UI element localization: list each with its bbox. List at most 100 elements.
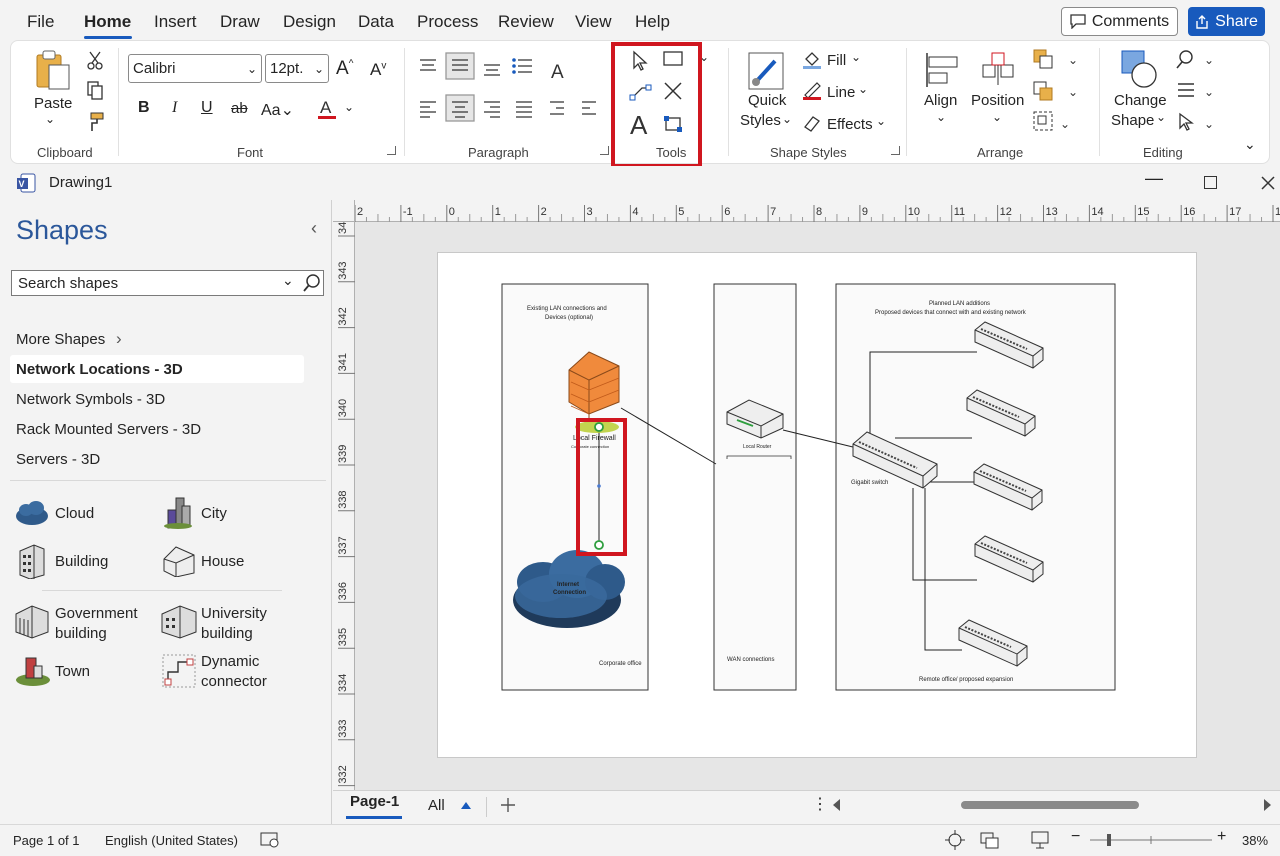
fill-label[interactable]: Fill (827, 52, 846, 69)
shape-label-government[interactable]: Government (55, 604, 138, 624)
chevron-down-icon[interactable]: ⌄ (782, 112, 792, 126)
shape-label-city[interactable]: City (201, 504, 227, 524)
cut-icon[interactable] (84, 50, 106, 72)
caret-up-icon[interactable] (460, 800, 472, 810)
tab-page-1[interactable]: Page-1 (350, 793, 399, 810)
shape-label-building[interactable]: Building (55, 552, 108, 572)
horizontal-scrollbar[interactable] (829, 797, 1275, 813)
chevron-down-icon[interactable]: ⌄ (876, 114, 886, 128)
change-case-icon[interactable]: Aa⌄ (261, 100, 294, 120)
italic-icon[interactable]: I (172, 99, 177, 117)
line-icon[interactable] (802, 81, 822, 101)
menu-review[interactable]: Review (498, 12, 554, 32)
align-label[interactable]: Align (924, 92, 957, 109)
stencil-servers[interactable]: Servers - 3D (16, 451, 100, 468)
increase-font-icon[interactable]: A^ (336, 58, 353, 80)
dialog-launcher-icon[interactable] (387, 146, 396, 155)
page-info[interactable]: Page 1 of 1 (13, 833, 80, 848)
format-painter-icon[interactable] (84, 111, 106, 133)
bold-icon[interactable]: B (138, 99, 150, 117)
underline-icon[interactable]: U (201, 99, 213, 117)
minimize-icon[interactable]: — (1145, 168, 1163, 189)
building-icon[interactable] (16, 543, 48, 579)
font-size-select[interactable]: 12pt. ⌄ (265, 54, 329, 83)
strikethrough-icon[interactable]: ab (231, 100, 248, 117)
city-icon[interactable] (162, 494, 194, 530)
chevron-down-icon[interactable]: ⌄ (282, 272, 294, 289)
comments-button[interactable]: Comments (1061, 7, 1178, 36)
paste-chevron-icon[interactable]: ⌄ (45, 112, 55, 126)
shape-label-dynamic[interactable]: Dynamic (201, 652, 259, 672)
cloud-icon[interactable] (14, 498, 50, 528)
zoom-slider[interactable] (1088, 831, 1214, 849)
position-label[interactable]: Position (971, 92, 1024, 109)
menu-data[interactable]: Data (358, 12, 394, 32)
change-shape-label[interactable]: Shape (1111, 112, 1154, 129)
chevron-down-icon[interactable]: ⌄ (858, 82, 868, 96)
menu-home[interactable]: Home (84, 12, 131, 32)
shape-label-government-2[interactable]: building (55, 624, 107, 644)
effects-label[interactable]: Effects (827, 116, 873, 133)
quick-styles-label[interactable]: Styles (740, 112, 781, 129)
shape-label-cloud[interactable]: Cloud (55, 504, 94, 524)
add-page-icon[interactable] (499, 796, 517, 814)
line-label[interactable]: Line (827, 84, 855, 101)
chevron-down-icon[interactable]: ⌄ (936, 110, 946, 124)
shape-label-university-2[interactable]: building (201, 624, 253, 644)
chevron-down-icon[interactable]: ⌄ (851, 50, 861, 64)
paste-icon[interactable] (30, 48, 74, 92)
government-building-icon[interactable] (14, 604, 50, 640)
fit-page-icon[interactable] (945, 830, 965, 850)
more-options-icon[interactable]: ⋮ (812, 794, 828, 814)
chevron-right-icon[interactable]: › (116, 329, 122, 349)
fill-icon[interactable] (802, 50, 822, 70)
menu-draw[interactable]: Draw (220, 12, 260, 32)
search-icon[interactable] (302, 273, 322, 293)
more-shapes-link[interactable]: More Shapes (16, 331, 105, 348)
shape-label-university[interactable]: University (201, 604, 267, 624)
house-icon[interactable] (162, 543, 196, 577)
menu-insert[interactable]: Insert (154, 12, 197, 32)
dynamic-connector-icon[interactable] (162, 654, 196, 688)
chevron-down-icon[interactable]: ⌄ (344, 100, 354, 114)
menu-file[interactable]: File (27, 12, 54, 32)
stencil-network-locations[interactable]: Network Locations - 3D (16, 361, 183, 378)
zoom-level[interactable]: 38% (1242, 833, 1268, 848)
switch-windows-icon[interactable] (980, 830, 1000, 850)
chevron-down-icon[interactable]: ⌄ (992, 110, 1002, 124)
quick-styles-label[interactable]: Quick (748, 92, 786, 109)
zoom-out-icon[interactable]: − (1071, 828, 1080, 846)
accessibility-icon[interactable] (260, 832, 280, 848)
town-icon[interactable] (14, 652, 52, 688)
menu-process[interactable]: Process (417, 12, 478, 32)
stencil-network-symbols[interactable]: Network Symbols - 3D (16, 391, 165, 408)
stencil-rack-servers[interactable]: Rack Mounted Servers - 3D (16, 421, 201, 438)
font-name-select[interactable]: Calibri ⌄ (128, 54, 262, 83)
university-building-icon[interactable] (160, 604, 198, 640)
search-shapes-input[interactable]: Search shapes (11, 270, 324, 296)
chevron-down-icon[interactable]: ⌄ (1156, 110, 1166, 124)
copy-icon[interactable] (84, 80, 106, 102)
effects-icon[interactable] (802, 113, 822, 133)
menu-design[interactable]: Design (283, 12, 336, 32)
align-icon[interactable] (922, 50, 962, 90)
shape-label-town[interactable]: Town (55, 662, 90, 682)
shape-label-dynamic-2[interactable]: connector (201, 672, 267, 692)
share-button[interactable]: Share (1188, 7, 1265, 36)
all-pages-button[interactable]: All (428, 797, 445, 814)
quick-styles-icon[interactable] (746, 50, 786, 92)
collapse-pane-icon[interactable]: ‹ (311, 218, 317, 239)
language-status[interactable]: English (United States) (105, 833, 238, 848)
maximize-icon[interactable] (1204, 176, 1217, 189)
paste-label[interactable]: Paste (34, 95, 72, 112)
decrease-font-icon[interactable]: Av (370, 60, 386, 80)
shape-label-house[interactable]: House (201, 552, 244, 572)
presentation-mode-icon[interactable] (1030, 830, 1050, 850)
change-shape-icon[interactable] (1116, 48, 1160, 90)
position-icon[interactable] (978, 50, 1018, 90)
collapse-ribbon-icon[interactable]: ⌄ (1244, 136, 1256, 153)
menu-view[interactable]: View (575, 12, 612, 32)
font-color-icon[interactable]: A (315, 96, 339, 122)
zoom-in-icon[interactable]: + (1217, 828, 1226, 846)
change-shape-label[interactable]: Change (1114, 92, 1167, 109)
